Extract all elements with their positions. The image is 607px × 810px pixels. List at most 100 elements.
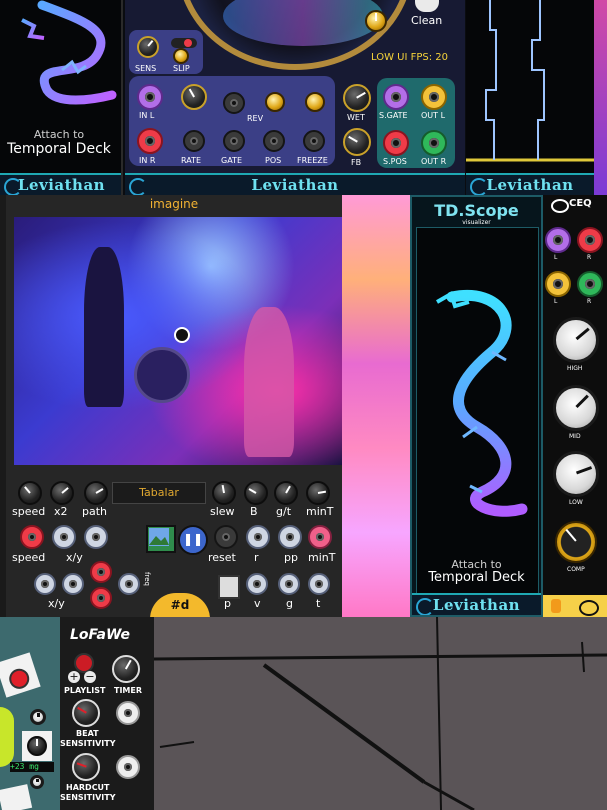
p-switch[interactable] (218, 575, 240, 599)
knob-card[interactable] (22, 731, 52, 761)
mint-knob[interactable] (306, 481, 330, 505)
wave-icon (416, 598, 434, 615)
minus-button[interactable]: − (84, 671, 96, 683)
preset-display[interactable]: Tabalar (112, 482, 206, 504)
playhead-marker[interactable] (174, 327, 190, 343)
pp-jack[interactable] (278, 525, 302, 549)
out-l-jack[interactable] (421, 84, 447, 110)
rev-jack[interactable] (223, 92, 245, 114)
beat-knob[interactable] (72, 699, 100, 727)
rev-amount-knob[interactable] (265, 92, 285, 112)
brand-label: Leviathan (486, 176, 574, 194)
slew-knob[interactable] (212, 481, 236, 505)
path-knob[interactable] (84, 481, 108, 505)
gt-knob[interactable] (274, 481, 298, 505)
wet-knob[interactable] (343, 84, 371, 112)
xy-out-jack-2[interactable] (62, 573, 84, 595)
small-knob-bottom[interactable] (30, 775, 44, 789)
mint-cv-jack[interactable] (308, 525, 332, 549)
ceq-in-r-jack[interactable] (577, 227, 603, 253)
beat-jack[interactable] (116, 701, 140, 725)
g-jack[interactable] (278, 573, 300, 595)
rev-size-knob[interactable] (305, 92, 325, 112)
brand-footer: Leviathan (125, 173, 465, 195)
plus-button[interactable]: + (68, 671, 80, 683)
rev-knob-left[interactable] (181, 84, 207, 110)
image-load-icon[interactable] (146, 525, 176, 553)
ceq-in-l-jack[interactable] (545, 227, 571, 253)
video-output-display[interactable] (154, 617, 607, 810)
dragon-logo-icon (21, 0, 117, 105)
reset-jack[interactable] (214, 525, 238, 549)
dragon-module-left: Attach to Temporal Deck Leviathan (0, 0, 123, 195)
out-jack-a[interactable] (90, 561, 112, 583)
speed-cv-jack[interactable] (20, 525, 44, 549)
out-jack-b[interactable] (90, 587, 112, 609)
sens-knob[interactable] (137, 36, 159, 58)
ceq-out-r-jack[interactable] (577, 271, 603, 297)
small-knob-top[interactable] (30, 709, 46, 725)
rate-jack[interactable] (183, 130, 205, 152)
b-knob[interactable] (244, 481, 268, 505)
speed-knob[interactable] (18, 481, 42, 505)
brand-label: Leviathan (17, 176, 106, 194)
photo-figure-left (84, 247, 124, 407)
td-scope-module: TD.Scope visualizer Attach to Temporal D… (410, 195, 543, 617)
gate-jack[interactable] (223, 130, 245, 152)
mid-knob[interactable] (553, 385, 599, 431)
timer-knob[interactable] (112, 655, 140, 683)
freeze-jack[interactable] (303, 130, 325, 152)
hardcut-label: HARDCUT (66, 783, 110, 792)
fb-knob[interactable] (343, 128, 371, 156)
pp-label: pp (284, 551, 298, 564)
dragon-logo-icon (436, 290, 528, 517)
s-pos-jack[interactable] (383, 130, 409, 156)
xy-jack-1[interactable] (52, 525, 76, 549)
ceq-out-l-label: L (554, 298, 558, 305)
v-jack[interactable] (246, 573, 268, 595)
bottom-left-module: +23 mg (0, 617, 60, 810)
xy-jack-2[interactable] (84, 525, 108, 549)
x2-label: x2 (54, 505, 68, 518)
t-jack[interactable] (308, 573, 330, 595)
scope-module-top: Leviathan (466, 0, 594, 195)
wave-icon (470, 178, 488, 195)
imagine-image-display[interactable] (14, 217, 342, 465)
mid-label: MID (569, 433, 581, 440)
slip-knob[interactable] (173, 48, 189, 64)
photo-figure-right (244, 307, 294, 457)
slip-label: SLIP (173, 64, 190, 73)
xy-out-jack-1[interactable] (34, 573, 56, 595)
x2-knob[interactable] (50, 481, 74, 505)
r-jack[interactable] (246, 525, 270, 549)
b-label: B (250, 505, 258, 518)
rate-label: RATE (181, 156, 202, 165)
out-jack-c[interactable] (118, 573, 140, 595)
slip-switch[interactable] (171, 38, 197, 48)
in-r-jack[interactable] (137, 128, 163, 154)
red-button-card[interactable] (0, 652, 41, 698)
ceq-out-l-jack[interactable] (545, 271, 571, 297)
speed-label: speed (12, 505, 46, 518)
pause-icon[interactable]: ❚❚ (178, 525, 208, 555)
comp-label: COMP (567, 566, 585, 573)
hardcut-jack[interactable] (116, 755, 140, 779)
low-knob[interactable] (553, 451, 599, 497)
hardcut-knob[interactable] (72, 753, 100, 781)
adjacent-module-edge (594, 0, 607, 195)
in-l-jack[interactable] (137, 84, 163, 110)
high-knob[interactable] (553, 317, 599, 363)
bottom-card[interactable] (0, 784, 33, 810)
s-gate-jack[interactable] (383, 84, 409, 110)
brand-footer: Leviathan (412, 593, 541, 615)
wave-icon (129, 178, 147, 195)
gate-label: GATE (221, 156, 242, 165)
comp-knob[interactable] (555, 521, 597, 563)
out-r-jack[interactable] (421, 130, 447, 156)
clean-switch[interactable] (415, 0, 439, 12)
lofade-module: LoFaWe + − PLAYLIST TIMER BEAT SENSITIVI… (60, 617, 154, 810)
pos-jack[interactable] (263, 130, 285, 152)
platter-handle-knob[interactable] (365, 10, 387, 32)
lofade-title: LoFaWe (70, 627, 130, 643)
brand-label: Leviathan (432, 596, 521, 614)
